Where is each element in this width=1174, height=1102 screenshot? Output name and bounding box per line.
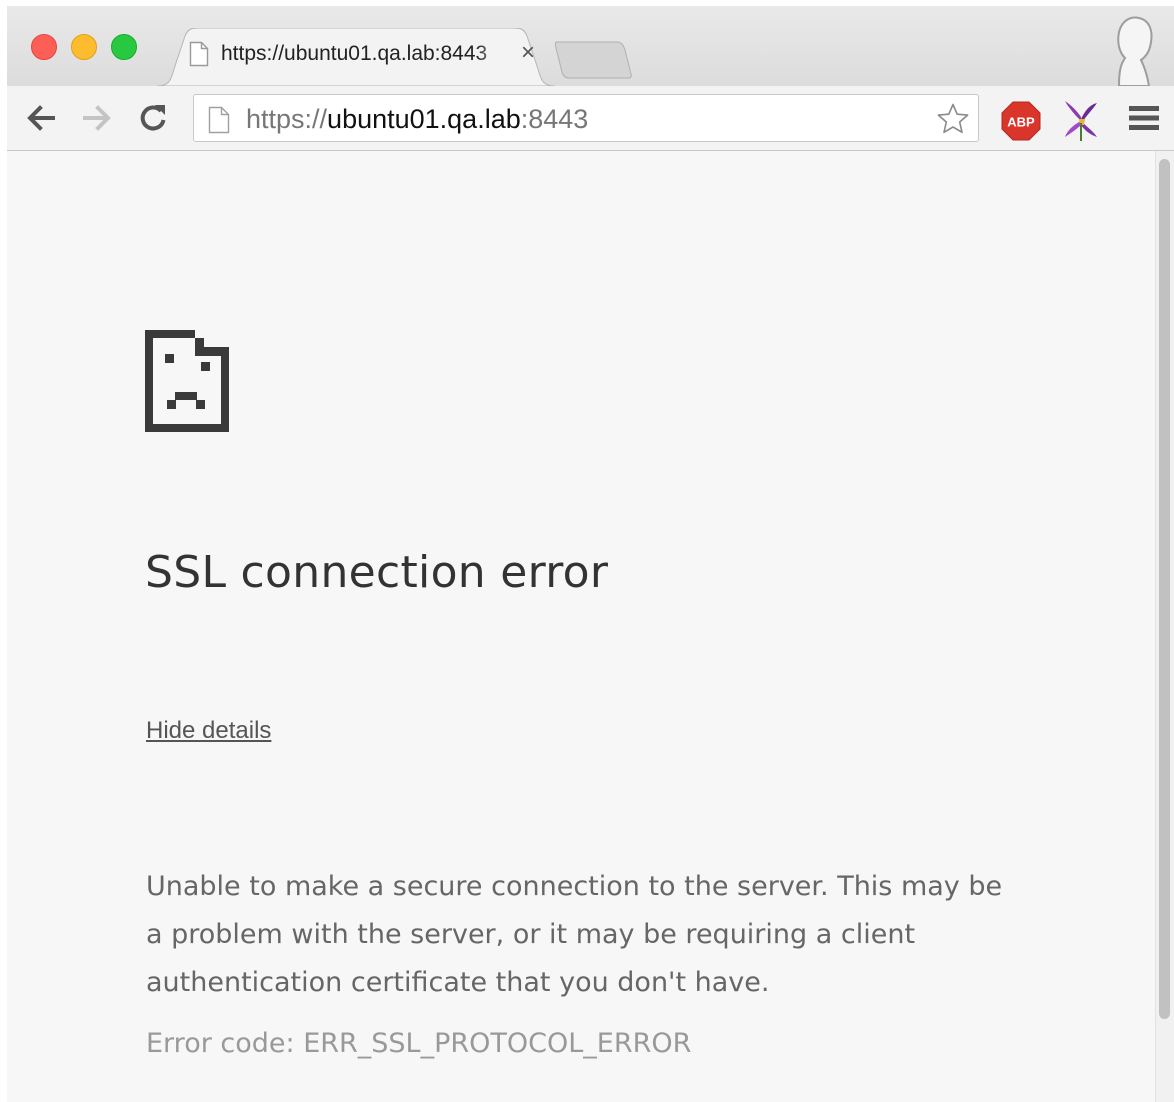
url-scheme: https://	[246, 104, 328, 134]
address-bar[interactable]: https://ubuntu01.qa.lab:8443	[193, 94, 979, 142]
window-minimize-button[interactable]	[71, 34, 97, 60]
browser-toolbar: https://ubuntu01.qa.lab:8443 ABP	[7, 86, 1174, 151]
back-arrow-icon[interactable]	[23, 100, 59, 136]
reload-icon[interactable]	[135, 100, 171, 136]
hamburger-menu-icon[interactable]	[1129, 104, 1159, 132]
error-code: Error code: ERR_SSL_PROTOCOL_ERROR	[146, 1028, 692, 1059]
abp-label: ABP	[1007, 115, 1035, 130]
tab-close-icon[interactable]: ×	[517, 39, 539, 67]
lily-extension-icon[interactable]	[1061, 99, 1101, 141]
profile-avatar-icon[interactable]	[1111, 14, 1157, 86]
adblock-plus-icon[interactable]: ABP	[1001, 101, 1041, 141]
new-tab-button[interactable]	[555, 40, 635, 80]
error-title: SSL connection error	[145, 547, 609, 598]
star-icon[interactable]	[936, 102, 970, 136]
vertical-scrollbar[interactable]	[1155, 151, 1174, 1102]
page-icon	[208, 106, 230, 139]
hide-details-link[interactable]: Hide details	[146, 717, 271, 745]
window-close-button[interactable]	[31, 34, 57, 60]
error-page: SSL connection error Hide details Unable…	[7, 151, 1155, 1102]
error-description: Unable to make a secure connection to th…	[146, 871, 1003, 998]
window-zoom-button[interactable]	[111, 34, 137, 60]
active-tab[interactable]: https://ubuntu01.qa.lab:8443 ×	[157, 28, 555, 86]
browser-window: https://ubuntu01.qa.lab:8443 × https://u…	[7, 6, 1174, 1102]
url-text[interactable]: https://ubuntu01.qa.lab:8443	[246, 104, 588, 134]
url-port: :8443	[520, 104, 589, 134]
forward-arrow-icon[interactable]	[79, 100, 115, 136]
page-icon	[189, 41, 209, 72]
tab-title: https://ubuntu01.qa.lab:8443	[221, 42, 488, 65]
tab-strip: https://ubuntu01.qa.lab:8443 ×	[7, 6, 1174, 86]
scrollbar-thumb[interactable]	[1159, 159, 1170, 1019]
sad-page-icon	[145, 330, 229, 432]
url-host: ubuntu01.qa.lab	[327, 104, 521, 134]
